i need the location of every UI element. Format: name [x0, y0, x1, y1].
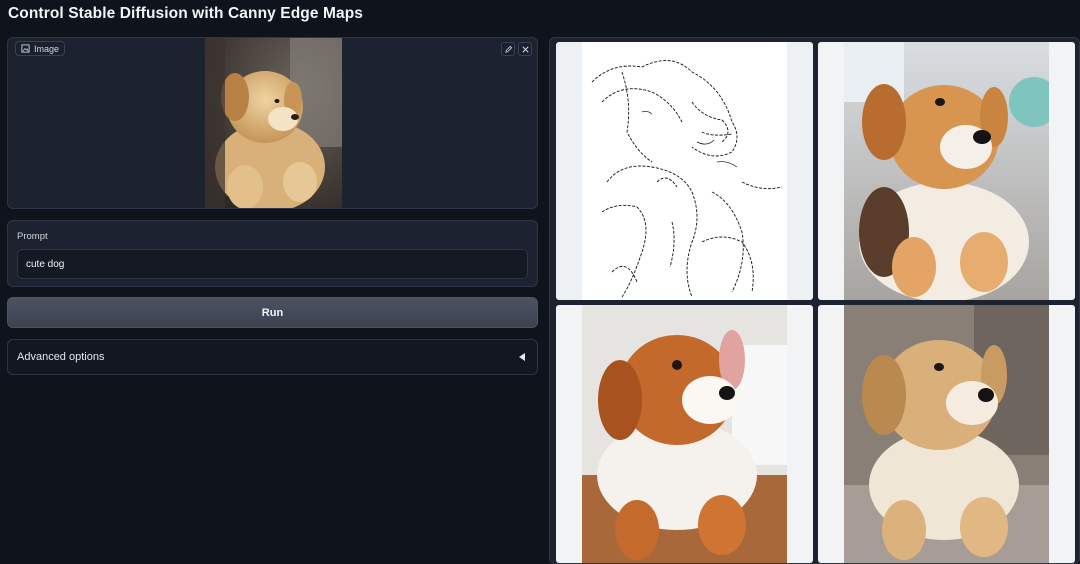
advanced-options-label: Advanced options — [17, 351, 105, 363]
close-icon — [521, 45, 529, 53]
input-dog-photo — [205, 38, 342, 208]
prompt-input[interactable] — [17, 249, 528, 279]
advanced-options-accordion[interactable]: Advanced options — [7, 339, 538, 375]
image-input-panel[interactable]: Image — [7, 37, 538, 209]
gallery-image-edge-map[interactable] — [556, 42, 813, 300]
edit-image-button[interactable] — [501, 42, 515, 56]
gallery-image-dog-2[interactable] — [556, 305, 813, 563]
edge-map-image — [582, 42, 787, 300]
generated-dog-image — [844, 305, 1049, 563]
pencil-icon — [504, 45, 512, 53]
prompt-label: Prompt — [17, 231, 48, 242]
generated-dog-image — [844, 42, 1049, 300]
image-label-badge: Image — [15, 41, 66, 56]
image-icon — [21, 44, 30, 53]
run-button[interactable]: Run — [7, 297, 538, 328]
prompt-panel: Prompt — [7, 220, 538, 287]
generated-dog-image — [582, 305, 787, 563]
clear-image-button[interactable] — [518, 42, 532, 56]
gallery-image-dog-1[interactable] — [818, 42, 1075, 300]
page-title: Control Stable Diffusion with Canny Edge… — [8, 5, 363, 22]
triangle-left-icon — [519, 353, 525, 361]
output-gallery — [549, 37, 1080, 564]
gallery-image-dog-3[interactable] — [818, 305, 1075, 563]
image-label-text: Image — [34, 43, 60, 54]
